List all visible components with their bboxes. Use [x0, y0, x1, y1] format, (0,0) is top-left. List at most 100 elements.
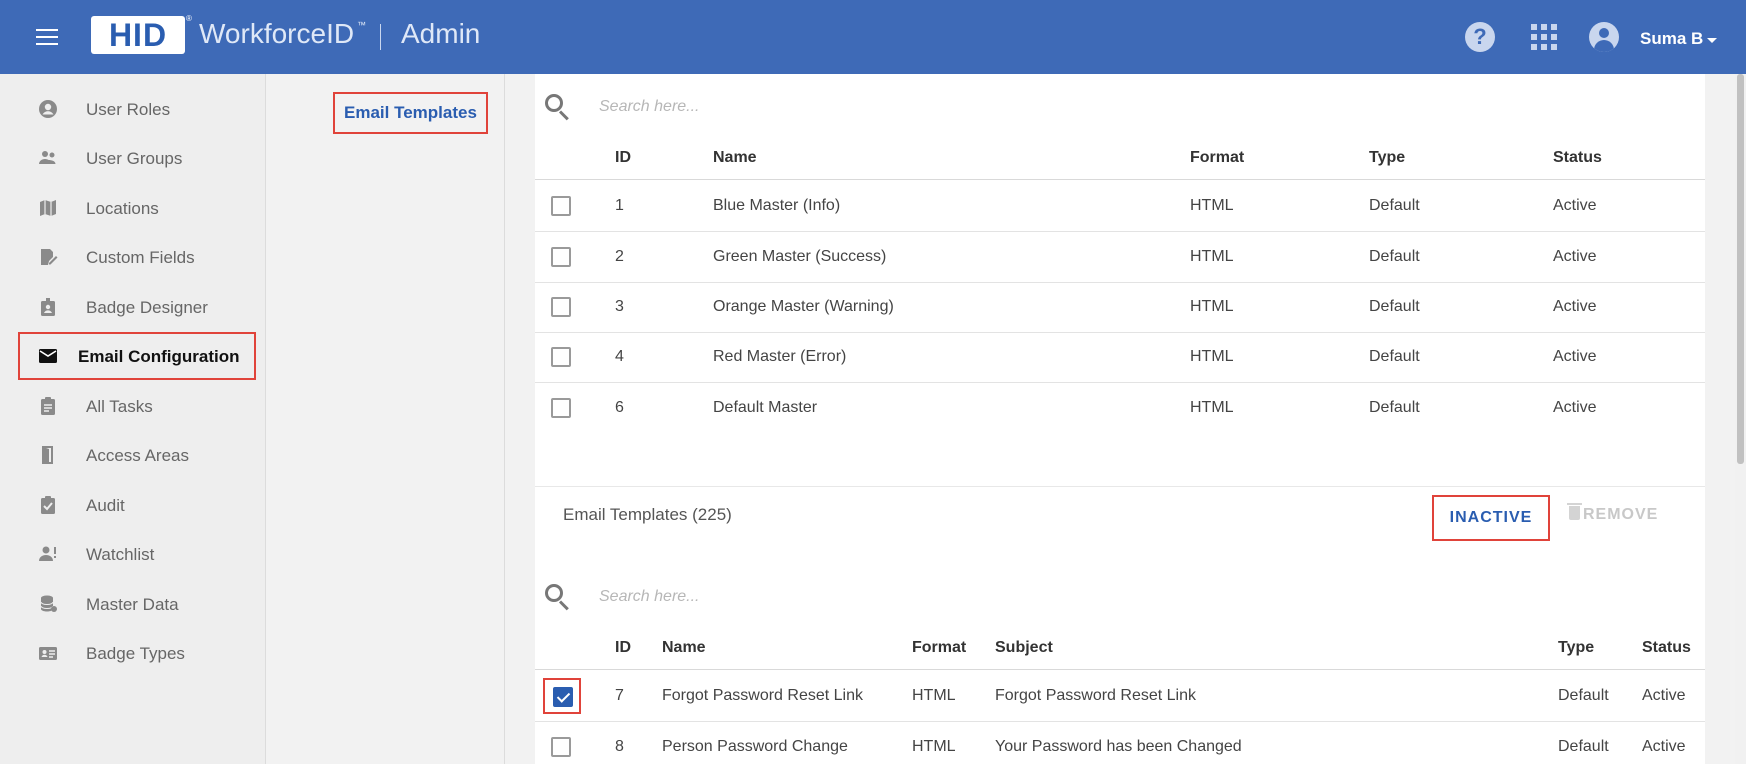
cell-format: HTML — [1190, 197, 1234, 214]
sidebar-item-badge-types[interactable]: Badge Types — [18, 629, 256, 677]
subnav-item-email-templates[interactable]: Email Templates — [333, 92, 488, 134]
sidebar-item-custom-fields[interactable]: Custom Fields — [18, 233, 256, 281]
table-row[interactable]: 7 Forgot Password Reset Link HTML Forgot… — [535, 671, 1705, 722]
cell-name: Default Master — [713, 399, 818, 416]
apps-grid-icon[interactable] — [1531, 24, 1557, 50]
templates-search-input[interactable] — [599, 582, 1599, 612]
selected-checkbox-highlight — [543, 678, 581, 714]
cell-name: Blue Master (Info) — [713, 197, 841, 214]
table-row[interactable]: 4 Red Master (Error) HTML Default Active — [535, 332, 1705, 383]
sidebar-item-label: User Groups — [86, 149, 183, 168]
cell-type: Default — [1369, 298, 1420, 315]
column-header-subject[interactable]: Subject — [995, 639, 1053, 657]
table-row[interactable]: 6 Default Master HTML Default Active — [535, 383, 1705, 434]
edit-note-icon — [38, 247, 58, 267]
cell-type: Default — [1369, 399, 1420, 416]
sidebar-item-access-areas[interactable]: Access Areas — [18, 431, 256, 479]
section-divider — [535, 486, 1705, 487]
row-checkbox[interactable] — [551, 398, 571, 418]
column-header-id[interactable]: ID — [615, 639, 631, 657]
cell-format: HTML — [1190, 399, 1234, 416]
cell-subject: Your Password has been Changed — [995, 738, 1242, 755]
sidebar: User Roles User Groups Locations Custom … — [0, 74, 266, 764]
remove-button[interactable]: REMOVE — [1567, 503, 1658, 530]
cell-status: Active — [1553, 399, 1597, 416]
column-header-status[interactable]: Status — [1642, 639, 1691, 657]
user-menu-button[interactable]: Suma B — [1640, 29, 1703, 49]
cell-name: Forgot Password Reset Link — [662, 687, 863, 704]
cell-status: Active — [1553, 197, 1597, 214]
table-row[interactable]: 1 Blue Master (Info) HTML Default Active — [535, 181, 1705, 232]
row-checkbox[interactable] — [551, 196, 571, 216]
cell-type: Default — [1558, 687, 1609, 704]
row-checkbox[interactable] — [551, 737, 571, 757]
sidebar-item-user-roles[interactable]: User Roles — [18, 85, 256, 133]
masters-search-bar — [535, 74, 1705, 138]
row-checkbox[interactable] — [551, 297, 571, 317]
sidebar-item-watchlist[interactable]: Watchlist — [18, 530, 256, 578]
sidebar-item-audit[interactable]: Audit — [18, 481, 256, 529]
help-icon[interactable]: ? — [1465, 22, 1495, 52]
masters-table-header: ID Name Format Type Status — [535, 136, 1705, 180]
cell-type: Default — [1369, 197, 1420, 214]
sidebar-item-master-data[interactable]: Master Data — [18, 580, 256, 628]
inactive-button[interactable]: INACTIVE — [1432, 495, 1550, 541]
row-checkbox[interactable] — [551, 247, 571, 267]
sidebar-item-email-configuration[interactable]: Email Configuration — [18, 332, 256, 380]
column-header-status[interactable]: Status — [1553, 149, 1602, 167]
cell-id: 4 — [615, 348, 624, 365]
sidebar-item-user-groups[interactable]: User Groups — [18, 134, 256, 182]
door-icon — [38, 445, 58, 465]
scrollbar-thumb[interactable] — [1737, 74, 1744, 464]
row-checkbox-checked[interactable] — [553, 687, 573, 707]
hid-logo: HID — [91, 16, 185, 54]
row-checkbox[interactable] — [551, 347, 571, 367]
sidebar-item-label: Watchlist — [86, 545, 155, 564]
templates-search-bar — [535, 564, 1705, 628]
cell-id: 2 — [615, 248, 624, 265]
column-header-type[interactable]: Type — [1369, 149, 1405, 167]
sidebar-item-label: Access Areas — [86, 446, 189, 465]
table-row[interactable]: 3 Orange Master (Warning) HTML Default A… — [535, 282, 1705, 333]
user-avatar-icon[interactable] — [1589, 22, 1619, 52]
logo-registered-mark: ® — [186, 14, 192, 23]
people-icon — [38, 148, 58, 168]
sidebar-item-badge-designer[interactable]: Badge Designer — [18, 283, 256, 331]
sidebar-item-locations[interactable]: Locations — [18, 184, 256, 232]
cell-type: Default — [1369, 248, 1420, 265]
brand-name: WorkforceID — [199, 18, 355, 49]
column-header-type[interactable]: Type — [1558, 639, 1594, 657]
cell-status: Active — [1642, 687, 1686, 704]
search-icon[interactable] — [545, 94, 571, 121]
main-content: ID Name Format Type Status 1 Blue Master… — [535, 74, 1705, 764]
table-row[interactable]: 8 Person Password Change HTML Your Passw… — [535, 722, 1705, 764]
sidebar-item-label: Audit — [86, 496, 125, 515]
cell-name: Person Password Change — [662, 738, 848, 755]
assignment-check-icon — [38, 495, 58, 515]
templates-count-title: Email Templates (225) — [563, 505, 732, 524]
cell-format: HTML — [912, 687, 956, 704]
column-header-format[interactable]: Format — [912, 639, 966, 657]
sidebar-item-label: Badge Types — [86, 644, 185, 663]
masters-search-input[interactable] — [599, 92, 1599, 122]
menu-icon[interactable] — [36, 29, 58, 45]
column-header-id[interactable]: ID — [615, 149, 631, 167]
cell-id: 7 — [615, 687, 624, 704]
database-icon — [38, 594, 58, 614]
column-header-format[interactable]: Format — [1190, 149, 1244, 167]
caret-down-icon[interactable] — [1707, 38, 1717, 43]
column-header-name[interactable]: Name — [713, 149, 757, 167]
sidebar-item-label: Badge Designer — [86, 298, 208, 317]
table-row[interactable]: 2 Green Master (Success) HTML Default Ac… — [535, 232, 1705, 283]
search-icon[interactable] — [545, 584, 571, 611]
cell-status: Active — [1553, 348, 1597, 365]
sidebar-item-all-tasks[interactable]: All Tasks — [18, 382, 256, 430]
column-header-name[interactable]: Name — [662, 639, 706, 657]
sidebar-item-label: All Tasks — [86, 397, 153, 416]
sidebar-item-label: Locations — [86, 199, 159, 218]
cell-format: HTML — [1190, 298, 1234, 315]
page-scrollbar[interactable] — [1735, 74, 1746, 764]
assignment-icon — [38, 396, 58, 416]
badge-icon — [38, 297, 58, 317]
cell-id: 3 — [615, 298, 624, 315]
